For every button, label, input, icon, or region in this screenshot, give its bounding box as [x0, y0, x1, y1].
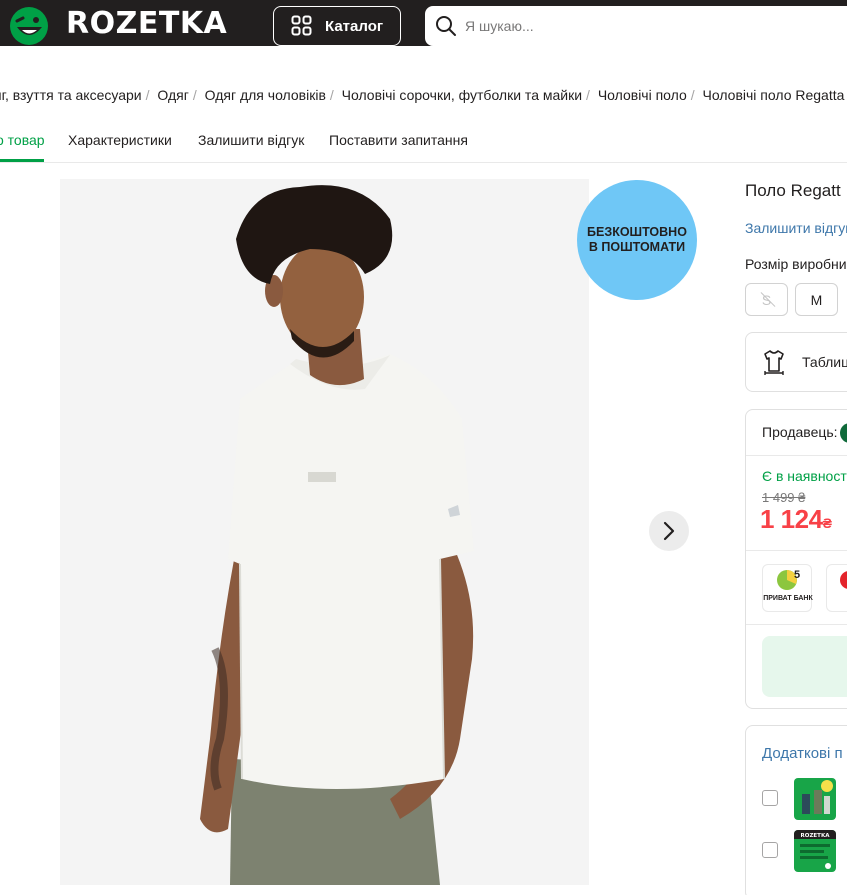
addon-checkbox[interactable]	[762, 842, 778, 858]
size-option-m[interactable]: M	[795, 283, 838, 316]
addon-1-image	[794, 778, 836, 820]
divider	[746, 550, 847, 551]
addon-brand-text: ROZETKA	[801, 833, 831, 839]
addon-image[interactable]: ROZETKA	[794, 830, 836, 872]
product-image[interactable]	[60, 179, 589, 885]
size-table-button[interactable]: Таблиц	[745, 332, 847, 392]
size-option-s[interactable]: S	[745, 283, 788, 316]
tab-characteristics[interactable]: Характеристики	[68, 132, 172, 148]
product-title: Поло Regatt	[745, 181, 841, 200]
tab-leave-review[interactable]: Залишити відгук	[198, 132, 304, 148]
chevron-right-icon	[663, 521, 675, 541]
leave-review-link[interactable]: Залишити відгук	[745, 220, 847, 236]
additional-services: Додаткові п ROZETKA	[745, 725, 847, 895]
active-tab-indicator	[0, 159, 44, 162]
payment-label: ПУ	[827, 595, 847, 603]
buy-action-area[interactable]	[762, 636, 847, 697]
breadcrumb: яг, взуття та аксесуари / Одяг / Одяг для …	[0, 87, 844, 103]
next-image-button[interactable]	[649, 511, 689, 551]
current-price: 1 124₴	[760, 504, 832, 535]
addon-2-image: ROZETKA	[794, 830, 836, 872]
product-info-column: Поло Regatt Залишити відгук Розмір вироб…	[745, 0, 847, 895]
model-photo	[200, 185, 474, 885]
breadcrumb-separator: /	[145, 87, 150, 103]
size-option-label: M	[810, 291, 823, 308]
seller-label: Продавець:	[762, 424, 838, 440]
seller-logo-icon[interactable]	[840, 423, 847, 443]
logo-text[interactable]: ROZETKA	[66, 6, 227, 41]
breadcrumb-separator: /	[192, 87, 197, 103]
breadcrumb-item[interactable]: Одяг для чоловіків	[205, 87, 326, 103]
addon-checkbox[interactable]	[762, 790, 778, 806]
additional-services-title[interactable]: Додаткові п	[762, 745, 843, 762]
prev-image-button[interactable]	[0, 511, 4, 551]
payment-label: ПРИВАТ БАНК	[763, 595, 813, 602]
breadcrumb-item[interactable]: яг, взуття та аксесуари	[0, 87, 142, 103]
breadcrumb-separator: /	[329, 87, 334, 103]
privatbank-pie-icon	[777, 570, 797, 590]
size-option-label: S	[761, 291, 772, 308]
size-table-label: Таблиц	[802, 354, 847, 370]
tab-ask-question[interactable]: Поставити запитання	[329, 132, 468, 148]
promo-line-1: БЕЗКОШТОВНО	[587, 225, 687, 239]
breadcrumb-separator: /	[690, 87, 695, 103]
breadcrumb-item[interactable]: Чоловічі поло	[598, 87, 687, 103]
buy-box: Продавець: Є в наявності 1 499 ₴ 1 124₴ …	[745, 409, 847, 709]
product-tabs: о товар Характеристики Залишити відгук П…	[0, 122, 847, 163]
catalog-label: Каталог	[325, 17, 384, 35]
top-header: ROZETKA Каталог	[0, 0, 847, 52]
catalog-button[interactable]: Каталог	[273, 6, 401, 46]
payment-privatbank[interactable]: 5 ПРИВАТ БАНК	[762, 564, 813, 612]
price-currency: ₴	[822, 515, 832, 531]
old-price: 1 499 ₴	[762, 490, 806, 505]
tshirt-icon	[764, 350, 784, 375]
divider	[746, 624, 847, 625]
price-value: 1 124	[760, 504, 823, 534]
rozetka-smile-icon[interactable]	[8, 5, 50, 47]
grid-icon	[291, 15, 312, 36]
breadcrumb-separator: /	[586, 87, 590, 103]
breadcrumb-item[interactable]: Чоловічі сорочки, футболки та майки	[342, 87, 582, 103]
size-label: Розмір виробни	[745, 256, 847, 272]
availability-status: Є в наявності	[762, 468, 847, 484]
free-delivery-badge: БЕЗКОШТОВНО В ПОШТОМАТИ	[577, 180, 697, 300]
payment-red-icon	[840, 571, 847, 589]
breadcrumb-item[interactable]: Одяг	[157, 87, 188, 103]
payment-installments: 5	[794, 569, 801, 581]
divider	[746, 455, 847, 456]
payment-option-2[interactable]: ПУ	[826, 564, 847, 612]
addon-image[interactable]	[794, 778, 836, 820]
tab-about[interactable]: о товар	[0, 132, 45, 148]
search-icon[interactable]	[435, 15, 457, 37]
chevron-left-icon	[0, 511, 4, 551]
promo-line-2: В ПОШТОМАТИ	[588, 240, 686, 254]
